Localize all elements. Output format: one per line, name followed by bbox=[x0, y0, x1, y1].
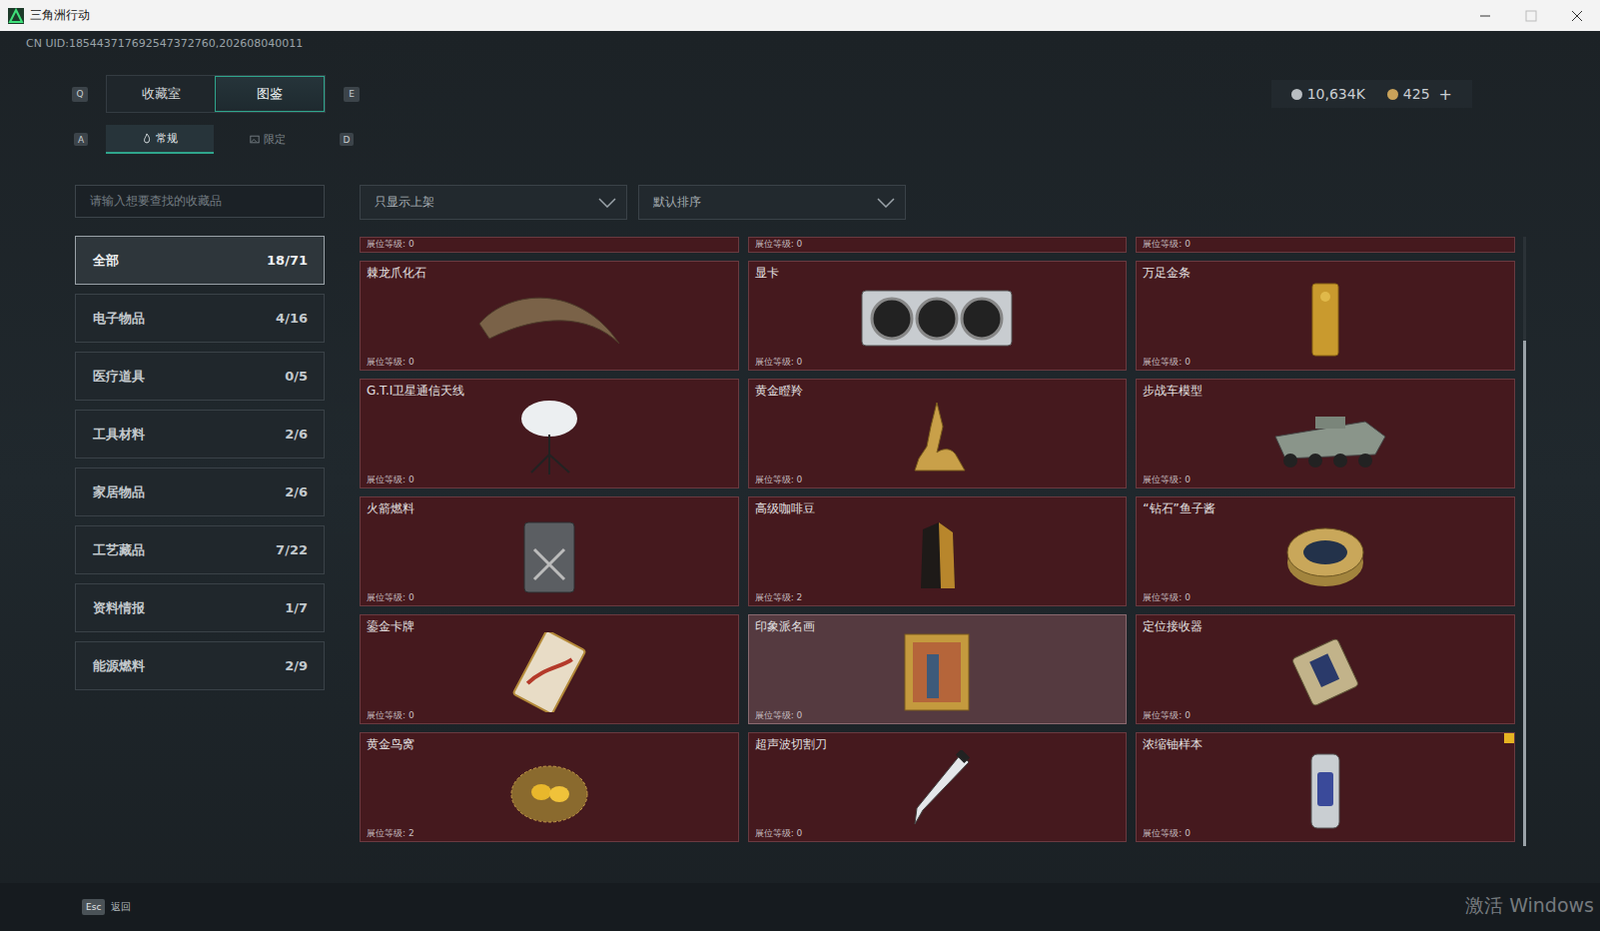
search-field[interactable]: 请输入想要查找的收藏品 bbox=[74, 184, 325, 218]
coffee-bag-icon bbox=[856, 514, 1017, 595]
filter-dropdown[interactable]: 只显示上架 bbox=[359, 184, 628, 220]
tab[interactable]: 图鉴 bbox=[214, 75, 325, 112]
delta-logo-icon bbox=[7, 7, 24, 24]
subtab[interactable]: 常规 bbox=[105, 124, 214, 154]
collection-card[interactable]: 棘龙爪化石展位等级: 0 bbox=[359, 260, 740, 371]
collection-card[interactable]: 展位等级: 0 bbox=[1135, 236, 1516, 253]
image-icon bbox=[249, 133, 260, 145]
add-currency-button[interactable]: + bbox=[1439, 84, 1453, 104]
uranium-sample-icon bbox=[1245, 750, 1406, 830]
graphics-card-icon bbox=[856, 278, 1017, 359]
sidebar-item[interactable]: 电子物品4/16 bbox=[74, 293, 325, 343]
main-tabs: 收藏室图鉴 bbox=[105, 74, 326, 113]
coin-icon bbox=[1291, 88, 1303, 100]
collection-card[interactable]: 印象派名画展位等级: 0 bbox=[748, 614, 1128, 725]
currency-item: 10,634K bbox=[1291, 85, 1366, 102]
filter-dropdown[interactable]: 默认排序 bbox=[638, 184, 906, 220]
collection-card[interactable]: 步战车模型展位等级: 0 bbox=[1135, 378, 1516, 489]
scrollbar-thumb[interactable] bbox=[1523, 340, 1527, 846]
collection-card[interactable]: 展位等级: 0 bbox=[359, 236, 740, 253]
window-title: 三角洲行动 bbox=[29, 6, 90, 24]
subtab[interactable]: 限定 bbox=[213, 124, 322, 154]
esc-key[interactable]: Esc bbox=[81, 898, 105, 915]
category-list: 全部18/71 电子物品4/16 医疗道具0/5 工具材料2/6 家居物品2/6 工艺藏品… bbox=[74, 235, 325, 691]
sidebar-item[interactable]: 工具材料2/6 bbox=[74, 409, 325, 459]
ifv-model-icon bbox=[1245, 396, 1406, 477]
golden-gazelle-icon bbox=[856, 396, 1017, 477]
currency-bar: 10,634K 425+ bbox=[1271, 79, 1473, 108]
gilded-card-icon bbox=[469, 632, 630, 713]
minimize-icon[interactable] bbox=[1462, 0, 1509, 31]
claw-fossil-icon bbox=[469, 278, 630, 359]
collection-card[interactable]: 显卡展位等级: 0 bbox=[748, 260, 1128, 371]
ultrasonic-knife-icon bbox=[856, 750, 1017, 830]
collection-card[interactable]: 火箭燃料展位等级: 0 bbox=[359, 496, 740, 607]
golden-nest-icon bbox=[469, 750, 630, 830]
collection-card[interactable]: 浓缩铀样本展位等级: 0 bbox=[1135, 732, 1516, 842]
bottom-bar: Esc 返回 bbox=[0, 882, 1600, 931]
key-hint: E bbox=[343, 86, 360, 102]
tab[interactable]: 收藏室 bbox=[106, 75, 215, 112]
collection-grid: 展位等级: 0 展位等级: 0 展位等级: 0 棘龙爪化石展位等级: 0显卡展位等级:… bbox=[359, 236, 1516, 846]
title-bar: 三角洲行动 bbox=[0, 0, 1600, 31]
sidebar-item[interactable]: 全部18/71 bbox=[74, 235, 325, 285]
collection-card[interactable]: 定位接收器展位等级: 0 bbox=[1135, 614, 1516, 725]
positioning-receiver-icon bbox=[1245, 632, 1406, 713]
collection-screen: CN UID:185443717692547372760,20260804001… bbox=[0, 30, 1600, 931]
collection-card[interactable]: 高级咖啡豆展位等级: 2 bbox=[748, 496, 1128, 607]
collection-card[interactable]: 万足金条展位等级: 0 bbox=[1135, 260, 1516, 371]
close-icon[interactable] bbox=[1554, 0, 1600, 31]
chevron-down-icon bbox=[598, 197, 617, 208]
painting-icon bbox=[856, 632, 1017, 713]
collection-card[interactable]: “钻石”鱼子酱展位等级: 0 bbox=[1135, 496, 1516, 607]
sub-tabs: 常规限定 bbox=[105, 124, 322, 154]
sidebar-item[interactable]: 医疗道具0/5 bbox=[74, 351, 325, 401]
rocket-fuel-can-icon bbox=[469, 514, 630, 595]
satellite-antenna-icon bbox=[469, 396, 630, 477]
collection-card[interactable]: 超声波切割刀展位等级: 0 bbox=[748, 732, 1128, 842]
uid-label: CN UID:185443717692547372760,20260804001… bbox=[0, 30, 1600, 53]
collection-card[interactable]: 展位等级: 0 bbox=[748, 236, 1128, 253]
key-hint: A bbox=[73, 132, 88, 146]
currency-item: 425+ bbox=[1387, 84, 1453, 104]
notice-badge bbox=[1504, 733, 1515, 744]
coin-icon bbox=[1387, 88, 1399, 100]
collection-card[interactable]: 鎏金卡牌展位等级: 0 bbox=[359, 614, 740, 725]
collection-card[interactable]: 黄金瞪羚展位等级: 0 bbox=[748, 378, 1128, 489]
caviar-tin-icon bbox=[1245, 514, 1406, 595]
back-button[interactable]: 返回 bbox=[110, 899, 131, 914]
gold-bar-icon bbox=[1245, 278, 1406, 359]
sidebar-item[interactable]: 资料情报1/7 bbox=[74, 583, 325, 633]
collection-card[interactable]: G.T.I卫星通信天线展位等级: 0 bbox=[359, 378, 740, 489]
key-hint: Q bbox=[71, 86, 88, 102]
sidebar-item[interactable]: 工艺藏品7/22 bbox=[74, 525, 325, 575]
chevron-down-icon bbox=[876, 197, 895, 208]
game-window: 三角洲行动 CN UID:185443717692547372760,202608… bbox=[0, 0, 1600, 931]
collection-card[interactable]: 黄金鸟窝展位等级: 2 bbox=[359, 732, 740, 842]
flame-icon bbox=[141, 132, 152, 144]
sidebar-item[interactable]: 能源燃料2/9 bbox=[74, 641, 325, 691]
sidebar-item[interactable]: 家居物品2/6 bbox=[74, 467, 325, 517]
maximize-icon[interactable] bbox=[1508, 0, 1555, 31]
key-hint: D bbox=[339, 132, 354, 146]
activation-watermark: 激活 Windows bbox=[1465, 892, 1595, 919]
scrollbar[interactable] bbox=[1523, 236, 1527, 846]
